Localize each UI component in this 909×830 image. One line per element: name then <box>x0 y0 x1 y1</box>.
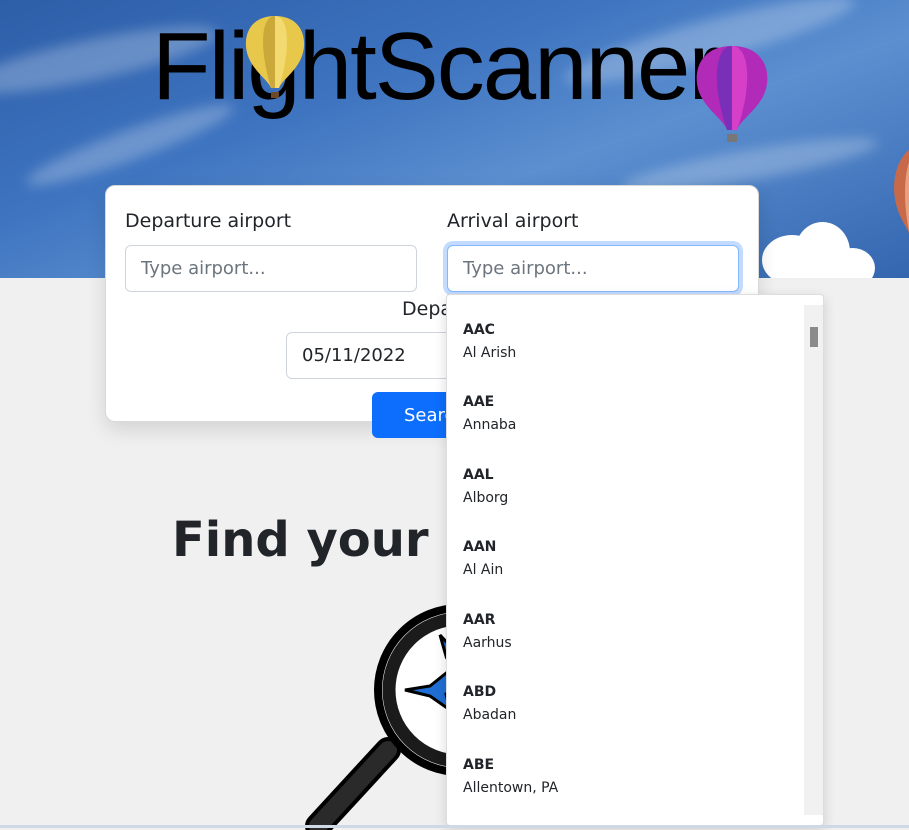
airport-option-aac[interactable]: AAC Al Arish <box>463 321 793 383</box>
departure-airport-input[interactable] <box>125 245 417 292</box>
airport-option-aar[interactable]: AAR Aarhus <box>463 611 793 673</box>
airport-name: Annaba <box>463 417 517 433</box>
brand-logo-text: FlightScanner <box>152 13 720 120</box>
airport-name: Aarhus <box>463 635 512 651</box>
airport-code: AAN <box>463 539 497 555</box>
cloud <box>830 248 875 278</box>
arrival-label: Arrival airport <box>447 210 579 232</box>
airport-code: AAL <box>463 467 494 483</box>
airport-option-abe[interactable]: ABE Allentown, PA <box>463 756 793 818</box>
airport-code: AAE <box>463 394 495 410</box>
airport-autocomplete-dropdown[interactable]: AAC Al Arish AAE Annaba AAL Alborg AAN A… <box>446 294 824 826</box>
airport-name: Abadan <box>463 707 517 723</box>
airport-code: ABE <box>463 757 495 773</box>
departure-label: Departure airport <box>125 210 292 232</box>
scrollbar-thumb[interactable] <box>810 327 818 347</box>
airport-name: Al Arish <box>463 345 517 361</box>
purple-balloon-icon <box>696 46 768 142</box>
airport-option-abd[interactable]: ABD Abadan <box>463 683 793 745</box>
airport-option-aan[interactable]: AAN Al Ain <box>463 538 793 600</box>
airport-name: Allentown, PA <box>463 780 559 796</box>
airport-option-aal[interactable]: AAL Alborg <box>463 466 793 528</box>
arrival-airport-input[interactable] <box>447 245 739 292</box>
airport-name: Al Ain <box>463 562 504 578</box>
airport-option-aae[interactable]: AAE Annaba <box>463 393 793 455</box>
airport-code: AAC <box>463 322 495 338</box>
yellow-balloon-icon <box>245 16 305 98</box>
airport-code: ABD <box>463 684 497 700</box>
airport-name: Alborg <box>463 490 509 506</box>
orange-balloon-icon <box>894 150 909 234</box>
departure-date-label: Depa <box>402 298 453 320</box>
dropdown-scrollbar[interactable] <box>804 305 823 815</box>
airport-code: AAR <box>463 612 496 628</box>
